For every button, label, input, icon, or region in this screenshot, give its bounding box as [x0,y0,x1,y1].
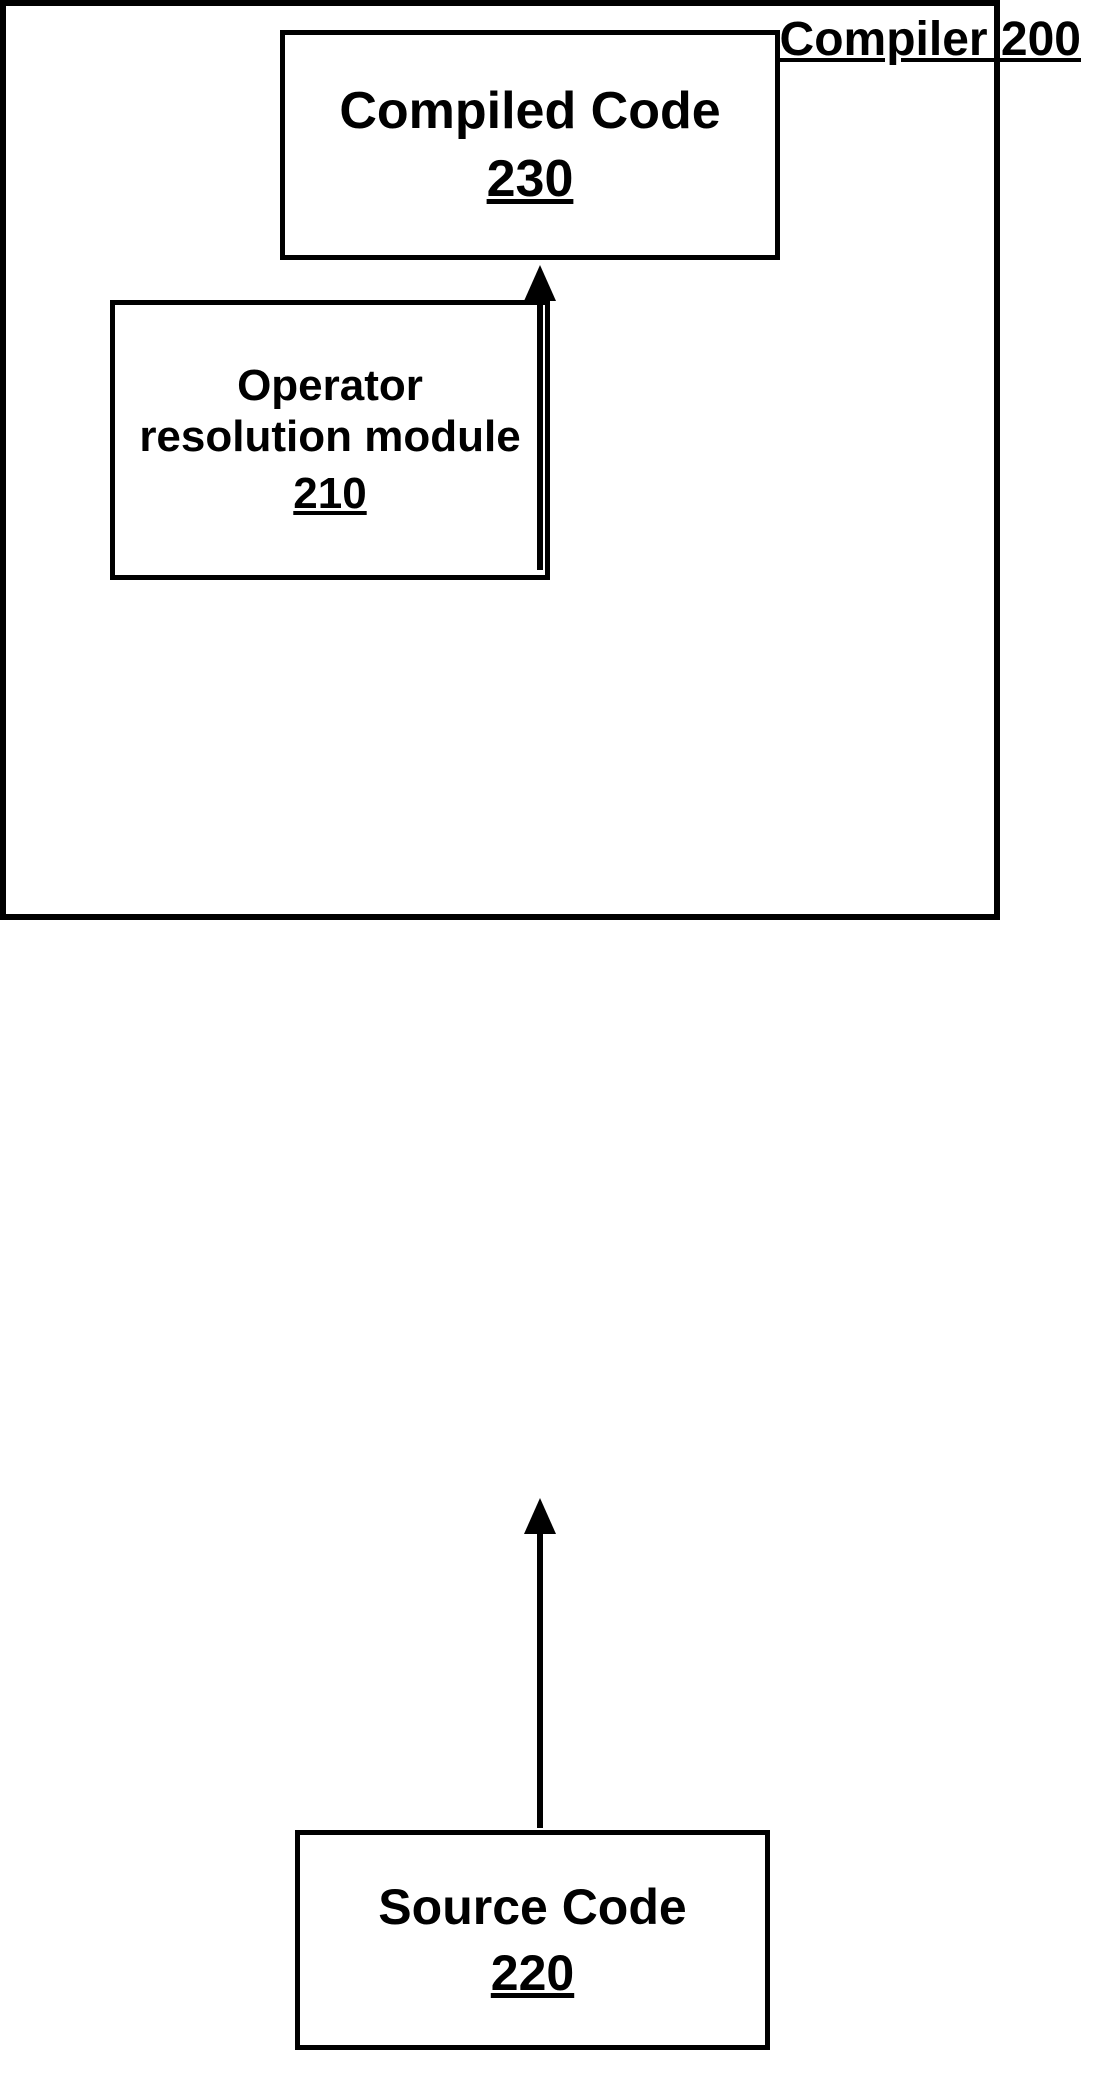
compiled-code-number: 230 [487,149,574,209]
compiled-code-box: Compiled Code 230 [280,30,780,260]
operator-module-number: 210 [293,469,366,519]
operator-module-line1: Operator [237,361,423,412]
compiler-label: Compiler 200 [780,12,1081,67]
operator-module-line2: resolution module [139,412,520,463]
compiler-diagram: Compiled Code 230 Compiler 200 Operator … [0,0,1101,2081]
operator-resolution-module-box: Operator resolution module 210 [110,300,550,580]
source-code-title: Source Code [378,1878,686,1936]
source-code-box: Source Code 220 [295,1830,770,2050]
source-code-number: 220 [491,1944,574,2002]
compiled-code-title: Compiled Code [339,81,720,141]
arrow-line [537,1523,543,1828]
